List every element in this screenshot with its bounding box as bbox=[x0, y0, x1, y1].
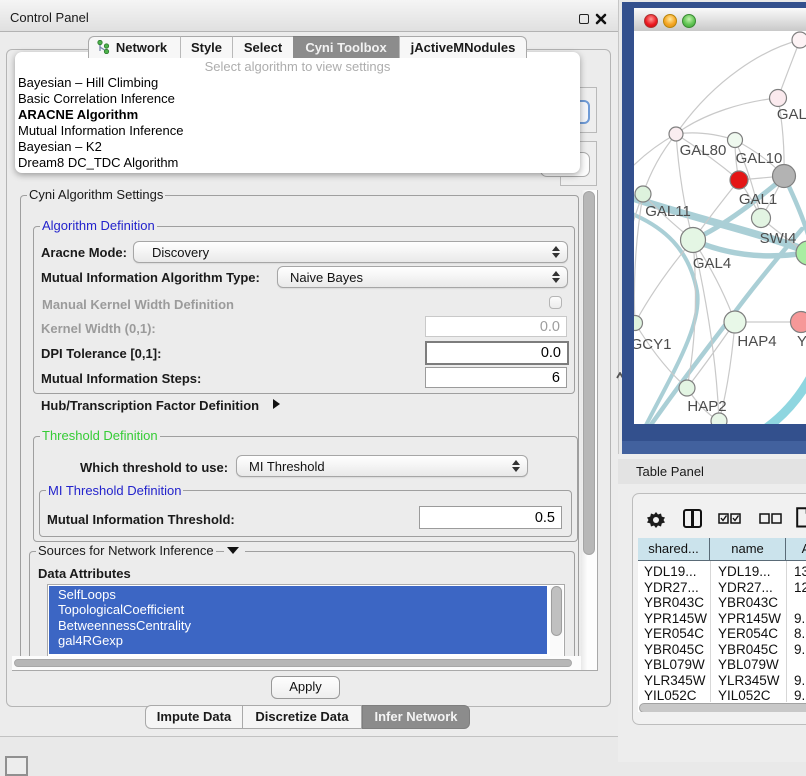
svg-text:GAL10: GAL10 bbox=[736, 150, 783, 167]
svg-text:GAL4: GAL4 bbox=[693, 255, 731, 272]
svg-text:HAP2: HAP2 bbox=[687, 398, 726, 415]
svg-text:GAL11: GAL11 bbox=[645, 203, 691, 220]
svg-text:HAP4: HAP4 bbox=[737, 333, 776, 350]
svg-text:GAL80: GAL80 bbox=[680, 142, 727, 159]
svg-text:GCY1: GCY1 bbox=[634, 336, 671, 353]
svg-text:GAL1: GAL1 bbox=[739, 191, 777, 208]
svg-text:SWI4: SWI4 bbox=[760, 230, 797, 247]
svg-text:GAL7: GAL7 bbox=[777, 106, 806, 123]
svg-text:Y: Y bbox=[797, 333, 806, 350]
